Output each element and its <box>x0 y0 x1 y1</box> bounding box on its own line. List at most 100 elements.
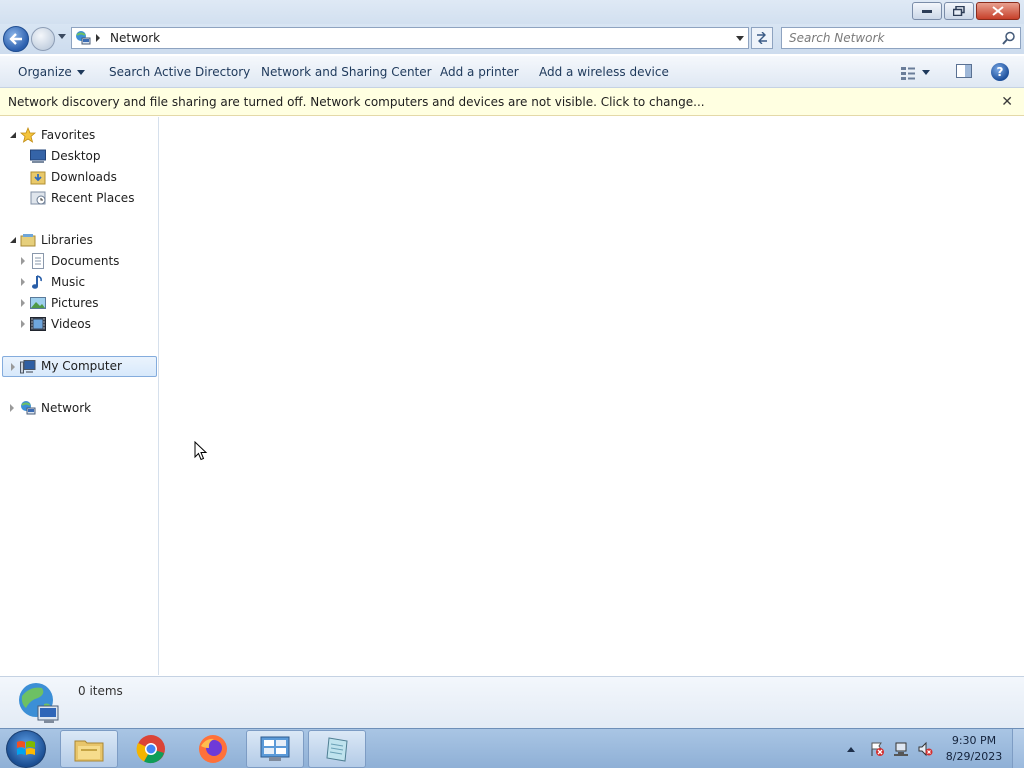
change-view-button[interactable] <box>900 64 940 81</box>
network-sharing-center-button[interactable]: Network and Sharing Center <box>261 65 432 79</box>
firefox-icon <box>199 735 227 763</box>
restore-icon <box>953 6 965 16</box>
expand-arrow-icon[interactable] <box>11 363 15 371</box>
libraries-icon <box>20 234 36 247</box>
desktop-icon <box>30 149 46 163</box>
nav-network[interactable]: Network <box>0 398 159 419</box>
add-wireless-device-button[interactable]: Add a wireless device <box>539 65 669 79</box>
expand-arrow-icon[interactable] <box>10 404 14 412</box>
minimize-icon <box>922 10 932 13</box>
nav-label: Desktop <box>51 149 101 163</box>
close-button[interactable] <box>976 2 1020 20</box>
add-printer-button[interactable]: Add a printer <box>440 65 519 79</box>
expand-arrow-icon[interactable] <box>21 257 25 265</box>
videos-icon <box>30 317 46 331</box>
action-center-flag-icon[interactable] <box>869 741 885 757</box>
nav-documents[interactable]: Documents <box>0 251 159 272</box>
address-history-dropdown[interactable] <box>736 36 744 41</box>
star-icon <box>20 127 36 143</box>
back-button[interactable] <box>3 26 29 52</box>
title-bar <box>0 0 1024 24</box>
network-icon <box>21 401 36 415</box>
expand-arrow-icon[interactable] <box>21 320 25 328</box>
taskbar-chrome[interactable] <box>122 730 180 768</box>
back-arrow-icon <box>9 33 22 45</box>
windows-logo-icon <box>17 741 35 755</box>
nav-libraries[interactable]: Libraries <box>0 230 159 251</box>
taskbar-control-panel[interactable] <box>246 730 304 768</box>
nav-videos[interactable]: Videos <box>0 314 159 335</box>
view-dropdown-icon[interactable] <box>922 70 930 75</box>
close-info-bar-icon[interactable]: ✕ <box>1001 94 1013 110</box>
refresh-icon <box>757 32 767 44</box>
network-globe-icon <box>19 683 59 723</box>
taskbar-firefox[interactable] <box>184 730 242 768</box>
mouse-cursor-icon <box>194 441 208 461</box>
nav-label: Music <box>51 275 86 289</box>
recent-pages-dropdown[interactable] <box>58 34 66 39</box>
nav-pictures[interactable]: Pictures <box>0 293 159 314</box>
nav-music[interactable]: Music <box>0 272 159 293</box>
expand-arrow-icon[interactable] <box>21 299 25 307</box>
show-desktop-button[interactable] <box>1012 729 1024 768</box>
window-controls <box>912 2 1020 20</box>
expand-arrow-icon[interactable] <box>10 132 16 138</box>
nav-label: Documents <box>51 254 120 268</box>
nav-label: Favorites <box>41 128 96 142</box>
organize-menu[interactable]: Organize <box>18 65 85 79</box>
nav-desktop[interactable]: Desktop <box>0 146 159 167</box>
computer-icon <box>20 360 36 374</box>
network-icon <box>76 31 91 45</box>
search-box[interactable] <box>781 27 1021 49</box>
chrome-icon <box>136 735 165 764</box>
file-list-area[interactable] <box>160 117 1024 675</box>
show-hidden-icons-button[interactable] <box>847 746 855 752</box>
refresh-button[interactable] <box>751 27 773 49</box>
downloads-folder-icon <box>30 171 46 185</box>
item-count: 0 items <box>78 684 123 698</box>
restore-button[interactable] <box>944 2 974 20</box>
nav-label: Libraries <box>41 233 93 247</box>
taskbar-file-explorer[interactable] <box>60 730 118 768</box>
preview-pane-button[interactable] <box>956 64 972 81</box>
start-button[interactable] <box>6 730 46 768</box>
nav-my-computer[interactable]: My Computer <box>2 356 157 377</box>
clock-time: 9:30 PM <box>951 734 997 747</box>
nav-label: Videos <box>51 317 91 331</box>
documents-icon <box>32 253 44 269</box>
navigation-pane: Favorites Desktop Downloads Recent Place… <box>0 117 159 675</box>
help-icon: ? <box>996 65 1004 79</box>
taskbar-notepad[interactable] <box>308 730 366 768</box>
pictures-icon <box>30 297 46 309</box>
system-clock[interactable]: 9:30 PM 8/29/2023 <box>940 733 1008 765</box>
expand-arrow-icon[interactable] <box>21 278 25 286</box>
recent-places-icon <box>30 191 46 205</box>
info-bar[interactable]: Network discovery and file sharing are t… <box>0 88 1024 116</box>
nav-favorites[interactable]: Favorites <box>0 125 159 146</box>
nav-downloads[interactable]: Downloads <box>0 167 159 188</box>
forward-button[interactable] <box>31 27 55 51</box>
info-bar-message[interactable]: Network discovery and file sharing are t… <box>8 95 705 109</box>
network-status-icon[interactable] <box>893 741 909 757</box>
volume-muted-icon[interactable] <box>917 741 933 757</box>
nav-label: Pictures <box>51 296 99 310</box>
minimize-button[interactable] <box>912 2 942 20</box>
search-input[interactable] <box>789 31 999 45</box>
folder-icon <box>74 740 104 762</box>
nav-recent-places[interactable]: Recent Places <box>0 188 159 209</box>
expand-arrow-icon[interactable] <box>10 237 16 243</box>
breadcrumb-separator[interactable] <box>96 34 100 42</box>
close-icon <box>992 6 1004 16</box>
address-bar[interactable]: Network <box>71 27 749 49</box>
breadcrumb-network[interactable]: Network <box>110 31 160 45</box>
preview-pane-icon <box>956 64 972 78</box>
help-button[interactable]: ? <box>991 63 1009 81</box>
control-panel-icon <box>260 736 290 761</box>
search-active-directory-button[interactable]: Search Active Directory <box>109 65 250 79</box>
search-icon[interactable] <box>1002 31 1016 45</box>
command-bar: Organize Search Active Directory Network… <box>0 56 1024 88</box>
nav-label: Recent Places <box>51 191 135 205</box>
system-tray <box>840 729 933 768</box>
clock-date: 8/29/2023 <box>945 750 1003 763</box>
chevron-down-icon <box>76 70 85 75</box>
